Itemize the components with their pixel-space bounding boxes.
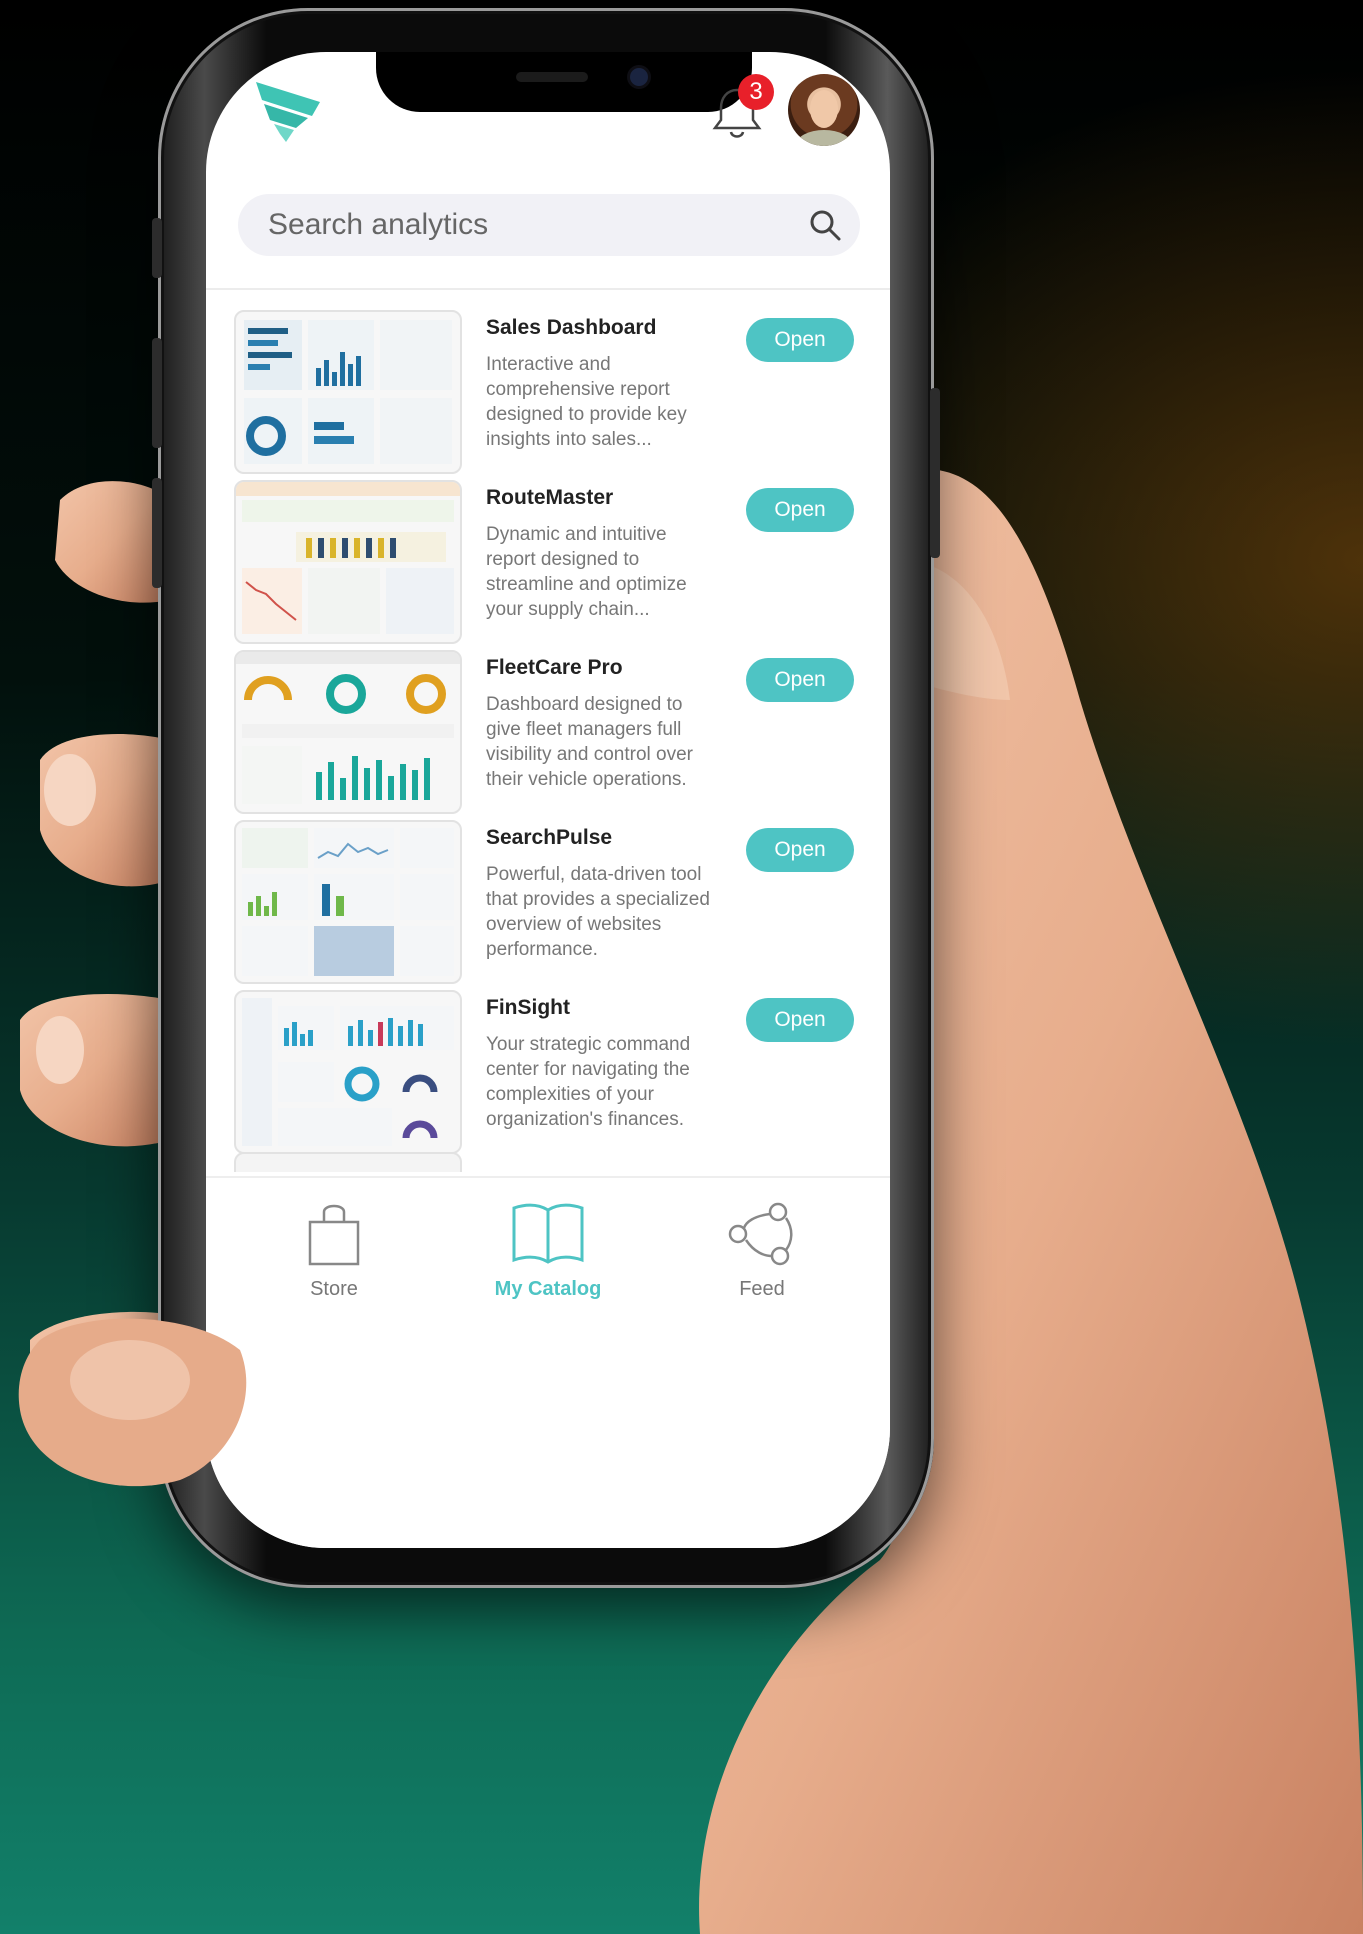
thumb-overlay xyxy=(18,1318,247,1487)
tab-label: Feed xyxy=(739,1278,785,1300)
report-thumbnail[interactable] xyxy=(234,650,462,814)
item-title: RouteMaster xyxy=(486,486,614,509)
item-description: Powerful, data-driven tool that provides… xyxy=(486,864,710,960)
search-input[interactable] xyxy=(268,194,768,256)
catalog-item: FleetCare Pro Dashboard designed to give… xyxy=(206,650,890,814)
catalog-item: SearchPulse Powerful, data-driven tool t… xyxy=(206,820,890,984)
tab-label: Store xyxy=(310,1278,358,1300)
item-description: Your strategic command center for naviga… xyxy=(486,1034,691,1130)
report-thumbnail[interactable] xyxy=(234,480,462,644)
phone-frame: 3 Search analytics Sales Dashboard Inter… xyxy=(152,8,940,1588)
item-description: Dashboard designed to give fleet manager… xyxy=(486,694,693,790)
tab-my-catalog[interactable]: My Catalog xyxy=(473,1200,623,1301)
item-title: Sales Dashboard xyxy=(486,316,657,339)
catalog-item: FinSight Your strategic command center f… xyxy=(206,990,890,1154)
report-thumbnail[interactable] xyxy=(234,310,462,474)
open-button[interactable]: Open xyxy=(746,828,854,872)
item-description: Interactive and comprehensive report des… xyxy=(486,354,687,450)
item-description: Dynamic and intuitive report designed to… xyxy=(486,524,687,620)
tab-store[interactable]: Store xyxy=(259,1200,409,1301)
catalog-item: Sales Dashboard Interactive and comprehe… xyxy=(206,310,890,474)
camera xyxy=(630,68,648,86)
bottom-tab-bar: Store My Catalog Feed xyxy=(206,1176,890,1548)
open-button[interactable]: Open xyxy=(746,998,854,1042)
avatar-face xyxy=(810,90,838,128)
item-title: FinSight xyxy=(486,996,570,1019)
item-title: SearchPulse xyxy=(486,826,613,849)
notification-badge: 3 xyxy=(738,74,774,110)
header-divider xyxy=(206,288,890,290)
network-icon xyxy=(728,1202,793,1266)
mute-switch xyxy=(152,218,162,278)
speaker xyxy=(516,72,588,82)
volume-up-button xyxy=(152,338,162,448)
brand-logo-icon xyxy=(256,82,320,142)
open-button[interactable]: Open xyxy=(746,658,854,702)
open-button[interactable]: Open xyxy=(746,318,854,362)
search-bar xyxy=(238,194,860,256)
next-report-thumbnail xyxy=(234,1152,462,1172)
power-button xyxy=(930,388,940,558)
tab-feed[interactable]: Feed xyxy=(687,1200,837,1301)
shopping-bag-icon xyxy=(308,1204,360,1266)
search-icon[interactable] xyxy=(808,208,842,242)
report-thumbnail[interactable] xyxy=(234,820,462,984)
user-avatar[interactable] xyxy=(788,74,860,146)
item-title: FleetCare Pro xyxy=(486,656,623,679)
avatar-shirt xyxy=(796,130,852,146)
open-book-icon xyxy=(512,1203,584,1264)
tab-label: My Catalog xyxy=(494,1278,602,1300)
open-button[interactable]: Open xyxy=(746,488,854,532)
catalog-item: RouteMaster Dynamic and intuitive report… xyxy=(206,480,890,644)
report-thumbnail[interactable] xyxy=(234,990,462,1154)
notch xyxy=(376,52,752,112)
app-screen: 3 Search analytics Sales Dashboard Inter… xyxy=(206,52,890,1548)
volume-down-button xyxy=(152,478,162,588)
